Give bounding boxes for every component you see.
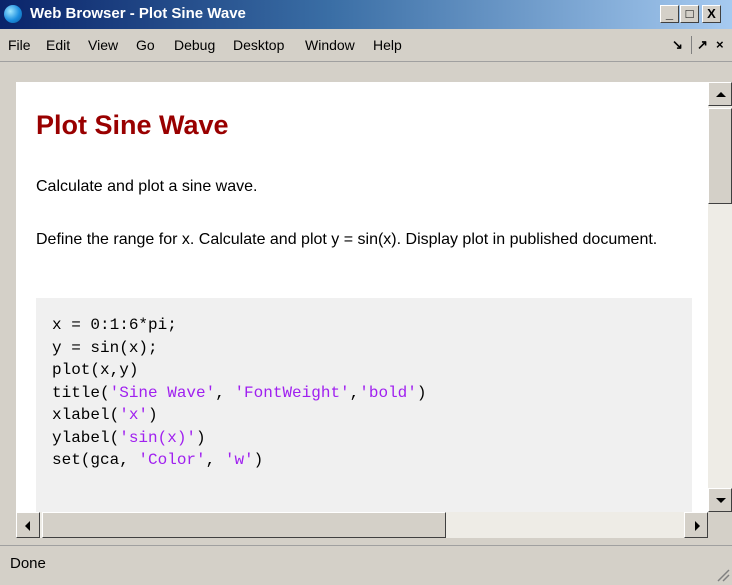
code-token: ,	[205, 451, 225, 469]
undock-icon[interactable]: ↗	[697, 35, 708, 55]
scroll-up-button[interactable]	[708, 82, 732, 106]
code-string-literal: 'w'	[224, 451, 254, 469]
code-token: ylabel(	[52, 428, 120, 447]
code-text: x = 0:1:6*pi; y = sin(x); plot(x,y) title('…	[52, 314, 426, 472]
vertical-scroll-thumb[interactable]	[708, 108, 732, 204]
code-token: x = 0:1:6*pi;	[52, 316, 177, 334]
horizontal-scrollbar[interactable]	[16, 512, 708, 538]
frame-left	[0, 62, 16, 527]
code-token: plot(x,y)	[52, 361, 139, 379]
code-token: y = sin(x);	[52, 338, 158, 357]
code-string-literal: 'Color'	[138, 451, 206, 469]
title-bar: Web Browser - Plot Sine Wave _ □ X	[0, 0, 732, 29]
globe-icon	[4, 5, 22, 23]
minimize-button[interactable]: _	[660, 5, 679, 23]
menu-edit[interactable]: Edit	[46, 29, 70, 61]
code-line: y = sin(x);	[52, 337, 426, 360]
document-view: Plot Sine Wave Calculate and plot a sine…	[16, 82, 708, 512]
status-bar: Done	[0, 545, 732, 585]
code-token: xlabel(	[52, 406, 120, 424]
code-line: ylabel('sin(x)')	[52, 427, 426, 450]
code-token: )	[253, 451, 264, 469]
dock-icon[interactable]: ↘	[672, 35, 683, 55]
code-token: title(	[52, 383, 110, 402]
code-token: set(gca,	[52, 451, 139, 469]
code-line: xlabel('x')	[52, 404, 426, 427]
restore-button[interactable]: □	[680, 5, 699, 23]
menu-file[interactable]: File	[8, 29, 31, 61]
menu-go[interactable]: Go	[136, 29, 155, 61]
code-string-literal: 'bold'	[359, 383, 417, 402]
menu-window[interactable]: Window	[305, 29, 355, 61]
menu-divider	[691, 36, 692, 54]
code-line: set(gca, 'Color', 'w')	[52, 449, 426, 472]
summary-text: Calculate and plot a sine wave.	[36, 178, 258, 195]
horizontal-scroll-thumb[interactable]	[42, 512, 446, 538]
code-string-literal: 'FontWeight'	[234, 383, 350, 402]
vertical-scrollbar[interactable]	[708, 82, 732, 512]
code-token: )	[148, 406, 158, 424]
description-text: Define the range for x. Calculate and pl…	[36, 231, 658, 248]
code-token: )	[416, 383, 427, 402]
code-line: plot(x,y)	[52, 359, 426, 382]
frame-top	[16, 62, 732, 82]
code-token: )	[196, 428, 206, 447]
status-text: Done	[10, 555, 46, 572]
scrollbar-corner	[708, 512, 732, 538]
menu-desktop[interactable]: Desktop	[233, 29, 284, 61]
code-line: x = 0:1:6*pi;	[52, 314, 426, 337]
menu-debug[interactable]: Debug	[174, 29, 215, 61]
page-title: Plot Sine Wave	[36, 110, 229, 140]
code-string-literal: 'sin(x)'	[119, 428, 197, 447]
window-title: Web Browser - Plot Sine Wave	[30, 5, 246, 22]
close-document-icon[interactable]: ×	[716, 35, 724, 55]
menu-help[interactable]: Help	[373, 29, 402, 61]
code-block: x = 0:1:6*pi; y = sin(x); plot(x,y) title('…	[36, 298, 692, 512]
scroll-right-button[interactable]	[684, 512, 708, 538]
menu-bar: File Edit View Go Debug Desktop Window H…	[0, 29, 732, 62]
code-token: ,	[215, 383, 235, 402]
resize-grip-icon[interactable]	[716, 568, 730, 582]
code-token: ,	[349, 383, 360, 402]
code-string-literal: 'Sine Wave'	[109, 383, 216, 402]
close-button[interactable]: X	[702, 5, 721, 23]
scroll-left-button[interactable]	[16, 512, 40, 538]
scroll-down-button[interactable]	[708, 488, 732, 512]
menu-view[interactable]: View	[88, 29, 118, 61]
code-line: title('Sine Wave', 'FontWeight','bold')	[52, 382, 426, 405]
code-string-literal: 'x'	[119, 406, 149, 424]
